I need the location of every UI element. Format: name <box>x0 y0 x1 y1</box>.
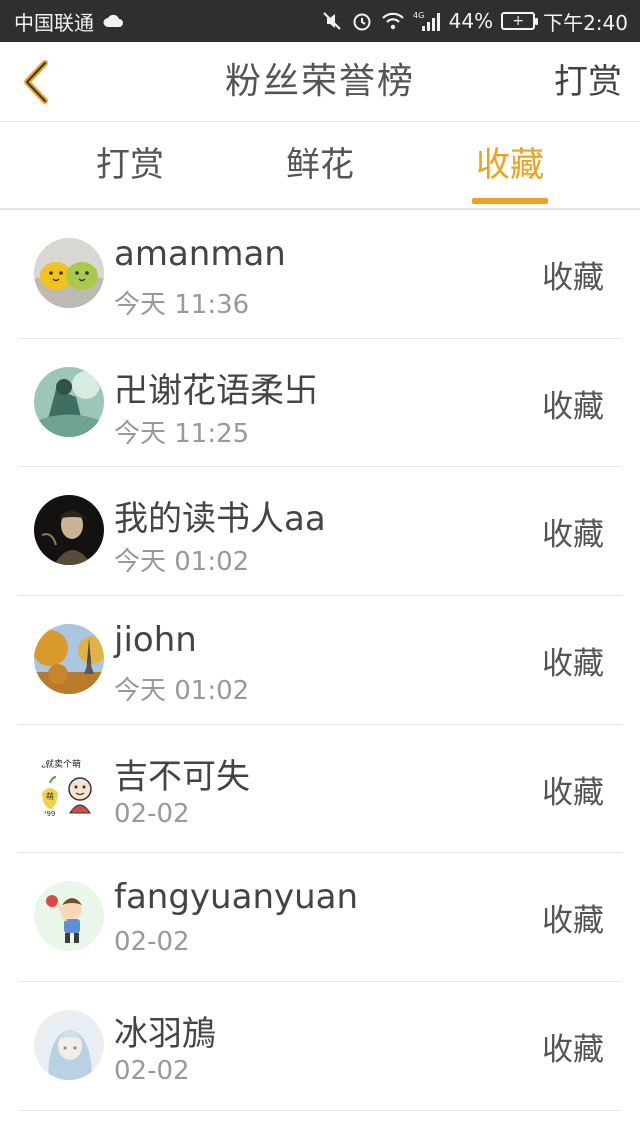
tab-favorites[interactable]: 收藏 <box>450 122 570 210</box>
fan-time: 02-02 <box>114 798 190 829</box>
fan-action-label: 收藏 <box>542 388 604 425</box>
battery-percent: 44% <box>448 9 494 33</box>
tab-reward[interactable]: 打赏 <box>70 122 190 210</box>
battery-icon: + <box>501 12 539 30</box>
app-header: 粉丝荣誉榜 打赏 <box>0 42 640 122</box>
list-item[interactable]: jiohn 今天 01:02 收藏 <box>18 596 622 725</box>
list-item[interactable]: 我就卖个萌 萌 ¥99 吉不可失 02-02 收藏 <box>18 725 622 854</box>
fan-name: 卍谢花语柔卐 <box>114 370 318 411</box>
fan-name: jiohn <box>114 620 197 661</box>
svg-text:我就卖个萌: 我就卖个萌 <box>36 758 81 770</box>
list-item[interactable]: fangyuanyuan 02-02 收藏 <box>18 853 622 983</box>
fan-time: 今天 11:25 <box>114 418 250 449</box>
fan-time: 02-02 <box>114 927 190 958</box>
wifi-icon <box>381 11 405 31</box>
tab-bar: 打赏 鲜花 收藏 <box>0 122 640 210</box>
avatar <box>34 624 104 695</box>
status-bar: 中国联通 4G 44% + 下午2:40 <box>0 0 640 42</box>
fan-action-label: 收藏 <box>542 903 604 940</box>
avatar <box>34 881 104 952</box>
signal-icon: 4G <box>413 10 441 32</box>
avatar <box>34 495 104 566</box>
svg-text:4G: 4G <box>413 11 424 20</box>
carrier-label: 中国联通 <box>14 10 94 35</box>
active-tab-indicator <box>472 198 548 204</box>
cloud-icon <box>102 13 124 29</box>
fan-name: 我的读书人aa <box>114 499 326 540</box>
clock: 下午2:40 <box>543 10 628 35</box>
svg-text:萌: 萌 <box>46 791 54 801</box>
fan-action-label: 收藏 <box>542 646 604 683</box>
fan-time: 02-02 <box>114 1056 190 1087</box>
fan-name: amanman <box>114 234 286 274</box>
fan-action-label: 收藏 <box>542 774 604 811</box>
mute-icon <box>321 10 343 32</box>
tab-flowers[interactable]: 鲜花 <box>260 122 380 210</box>
fan-time: 今天 01:02 <box>114 547 250 578</box>
alarm-icon <box>351 10 373 32</box>
svg-text:¥99: ¥99 <box>42 810 55 818</box>
fan-name: 吉不可失 <box>114 756 250 797</box>
fan-time: 今天 01:02 <box>114 676 250 707</box>
fan-time: 今天 11:36 <box>114 290 250 320</box>
avatar <box>34 1010 104 1081</box>
fan-name: fangyuanyuan <box>114 877 359 918</box>
fan-action-label: 收藏 <box>542 1032 604 1069</box>
list-item[interactable]: 我的读书人aa 今天 01:02 收藏 <box>18 467 622 597</box>
list-item[interactable]: 卍谢花语柔卐 今天 11:25 收藏 <box>18 339 622 468</box>
avatar <box>34 238 104 308</box>
list-item[interactable]: 冰羽鴋 02-02 收藏 <box>18 982 622 1111</box>
fan-action-label: 收藏 <box>542 260 604 296</box>
fan-name: 冰羽鴋 <box>114 1014 216 1055</box>
fan-list: amanman 今天 11:36 收藏 卍谢花语柔卐 今天 11:25 收藏 我… <box>18 210 622 1111</box>
avatar: 我就卖个萌 萌 ¥99 <box>34 752 104 823</box>
page-title: 粉丝荣誉榜 <box>224 61 415 102</box>
avatar <box>34 366 104 437</box>
list-item[interactable]: amanman 今天 11:36 收藏 <box>18 210 622 339</box>
fan-action-label: 收藏 <box>542 517 604 554</box>
reward-button[interactable]: 打赏 <box>554 42 622 122</box>
